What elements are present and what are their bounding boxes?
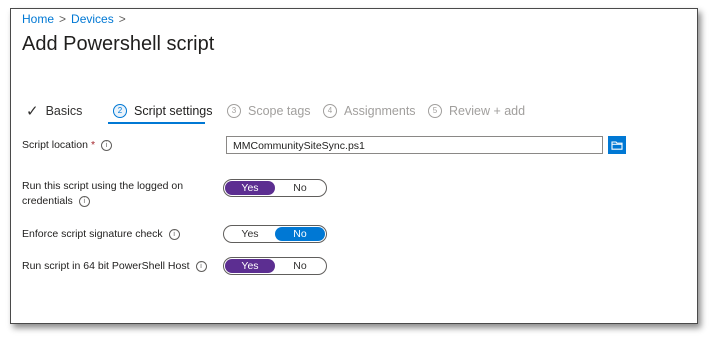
toggle-yes[interactable]: Yes xyxy=(225,227,275,241)
script-location-row: Script location * i MMCommunitySiteSync.ps… xyxy=(22,136,642,158)
tab-assignments[interactable]: 4 Assignments xyxy=(323,99,416,123)
breadcrumb-home[interactable]: Home xyxy=(22,12,54,26)
tab-script-settings[interactable]: 2 Script settings xyxy=(113,99,213,123)
info-icon[interactable]: i xyxy=(195,260,207,272)
breadcrumb-devices[interactable]: Devices xyxy=(71,12,114,26)
label-text: Run this script using the logged on cred… xyxy=(22,180,184,207)
chevron-right-icon: > xyxy=(118,12,126,26)
script-location-label: Script location * i xyxy=(22,138,217,153)
checkmark-icon: ✓ xyxy=(26,103,39,120)
dialog-frame: Home > Devices > Add Powershell script ✓ Ba… xyxy=(10,8,698,324)
wizard-steps: ✓ Basics 2 Script settings 3 Scope tags … xyxy=(22,99,582,125)
run-as-logged-on-toggle[interactable]: Yes No xyxy=(223,179,327,197)
step-label: Script settings xyxy=(134,104,213,118)
signature-check-label: Enforce script signature check i xyxy=(22,227,217,242)
signature-check-toggle[interactable]: Yes No xyxy=(223,225,327,243)
step-label: Scope tags xyxy=(248,104,311,118)
step-label: Review + add xyxy=(449,104,526,118)
chevron-right-icon: > xyxy=(59,12,67,26)
script-location-input[interactable]: MMCommunitySiteSync.ps1 xyxy=(226,136,603,154)
required-mark: * xyxy=(90,139,96,151)
info-icon[interactable]: i xyxy=(101,139,113,151)
signature-check-row: Enforce script signature check i Yes No xyxy=(22,225,642,247)
run-64bit-label: Run script in 64 bit PowerShell Host i xyxy=(22,259,222,274)
browse-folder-button[interactable] xyxy=(608,136,626,154)
step-number: 3 xyxy=(227,104,241,118)
info-icon[interactable]: i xyxy=(78,195,90,207)
toggle-yes[interactable]: Yes xyxy=(225,259,275,273)
toggle-no[interactable]: No xyxy=(275,259,325,273)
folder-icon xyxy=(611,141,623,150)
breadcrumb: Home > Devices > xyxy=(22,12,131,26)
run-as-logged-on-row: Run this script using the logged on cred… xyxy=(22,179,642,211)
label-text: Enforce script signature check xyxy=(22,228,163,240)
step-label: Assignments xyxy=(344,104,416,118)
run-64bit-row: Run script in 64 bit PowerShell Host i Ye… xyxy=(22,257,642,279)
step-number: 2 xyxy=(113,104,127,118)
info-icon[interactable]: i xyxy=(168,228,180,240)
active-tab-indicator xyxy=(108,122,205,124)
toggle-no[interactable]: No xyxy=(275,181,325,195)
page-title: Add Powershell script xyxy=(22,33,215,55)
step-label: Basics xyxy=(45,104,83,118)
toggle-yes[interactable]: Yes xyxy=(225,181,275,195)
run-64bit-toggle[interactable]: Yes No xyxy=(223,257,327,275)
label-text: Script location xyxy=(22,139,88,151)
toggle-no[interactable]: No xyxy=(275,227,325,241)
label-text: Run script in 64 bit PowerShell Host xyxy=(22,260,190,272)
step-number: 5 xyxy=(428,104,442,118)
run-as-logged-on-label: Run this script using the logged on cred… xyxy=(22,179,217,209)
tab-review-add[interactable]: 5 Review + add xyxy=(428,99,525,123)
tab-scope-tags[interactable]: 3 Scope tags xyxy=(227,99,311,123)
step-number: 4 xyxy=(323,104,337,118)
tab-basics[interactable]: ✓ Basics xyxy=(26,99,82,123)
